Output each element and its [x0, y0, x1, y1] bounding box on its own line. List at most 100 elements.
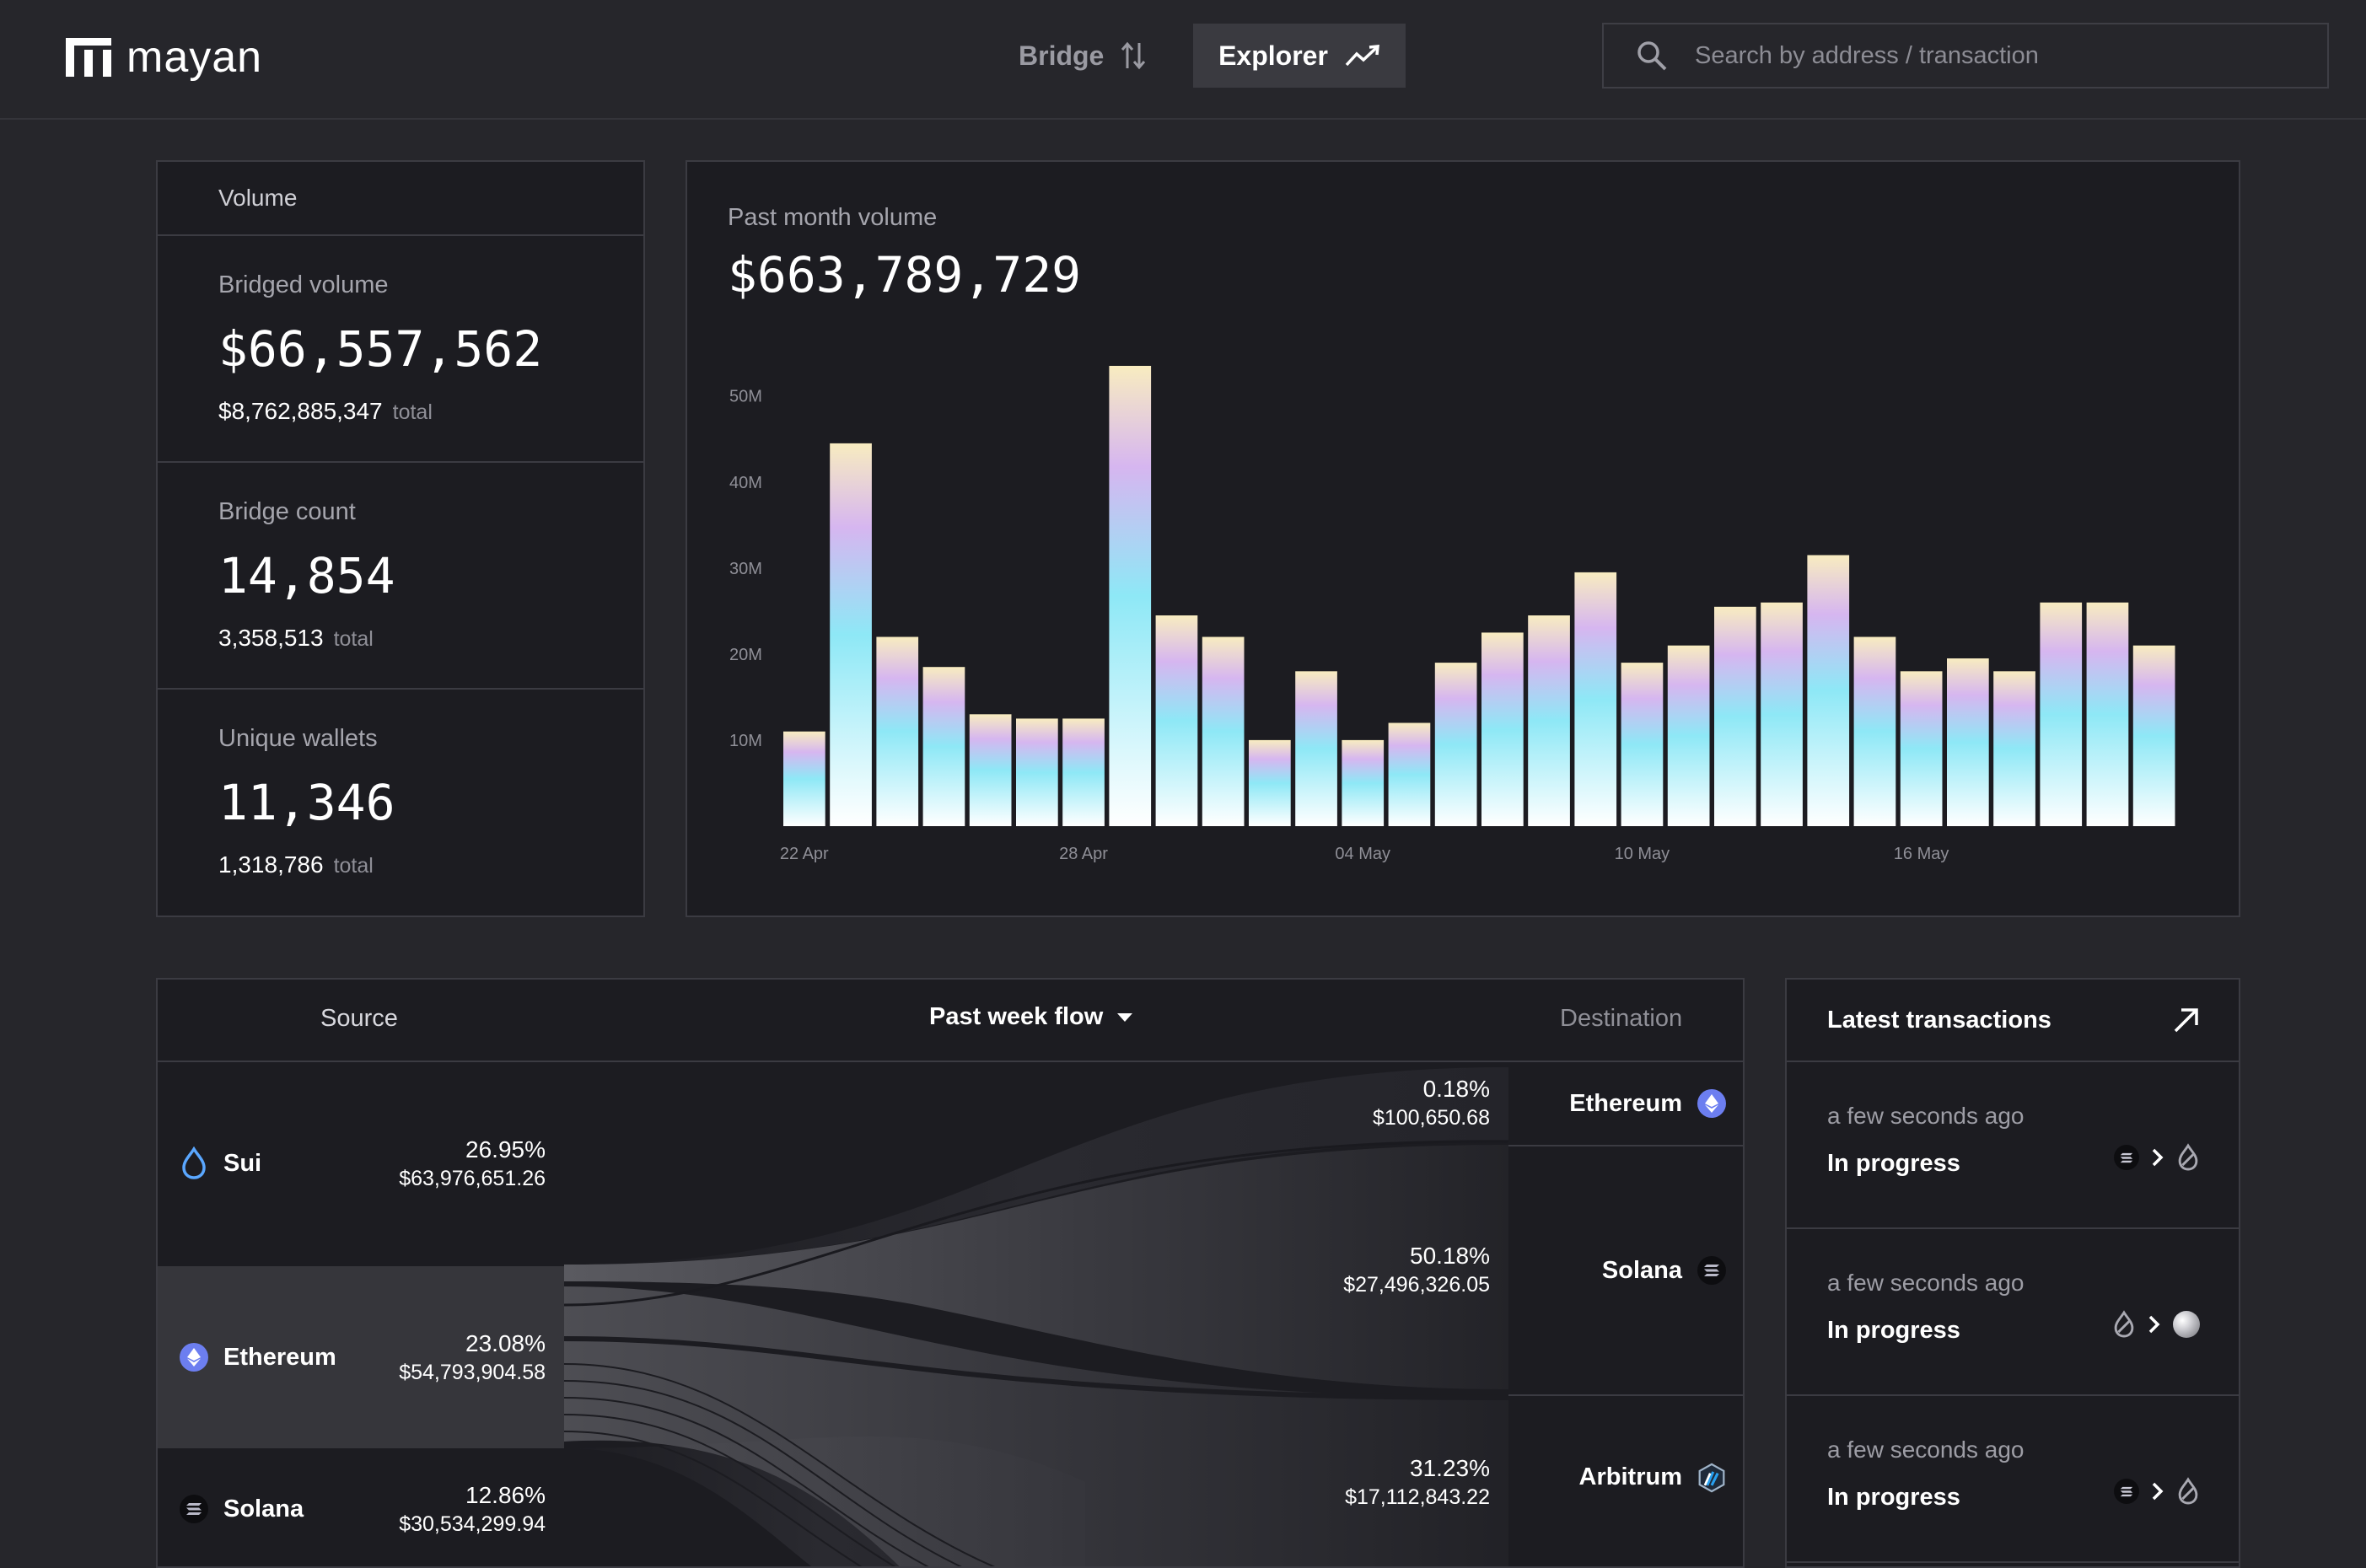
top-bar: mayan Bridge Explorer [0, 0, 2366, 120]
chart-bar[interactable] [2040, 602, 2083, 826]
stat-label: Unique wallets [218, 725, 378, 752]
chart-bar[interactable] [1993, 671, 2035, 826]
stat-total: $8,762,885,347 total [218, 398, 433, 425]
transaction-status: In progress [1827, 1484, 1960, 1511]
chart-bar[interactable] [969, 714, 1012, 826]
stat-value: 11,346 [218, 774, 395, 831]
source-percent: 12.86% [465, 1481, 546, 1508]
flow-destination-label: Destination [1560, 1005, 1683, 1032]
destination-row-ethereum[interactable]: Ethereum [1508, 1062, 1743, 1145]
past-week-flow-panel: Source Past week flow Destination Sui 26… [156, 978, 1745, 1568]
stat-total-value: 3,358,513 [218, 625, 324, 651]
chart-bar[interactable] [1062, 718, 1105, 826]
transaction-item[interactable]: a few seconds ago In progress [1787, 1229, 2239, 1396]
chart-bar[interactable] [1202, 636, 1245, 827]
stat-total: 1,318,786 total [218, 851, 374, 878]
transaction-item[interactable]: a few seconds ago In progress [1787, 1396, 2239, 1563]
swap-vertical-icon [1121, 41, 1146, 70]
stat-label: Bridge count [218, 498, 356, 525]
chart-bar[interactable] [1667, 645, 1710, 826]
source-row-ethereum[interactable]: Ethereum 23.08% $54,793,904.58 [158, 1266, 564, 1448]
destination-row-solana[interactable]: Solana [1508, 1146, 1743, 1394]
chart-bar[interactable] [922, 667, 965, 826]
nav-bridge-label: Bridge [1019, 40, 1105, 71]
nav-bridge-link[interactable]: Bridge [1003, 24, 1161, 88]
chart-bar[interactable] [876, 636, 919, 827]
solana-icon [180, 1495, 208, 1523]
stat-total-suffix: total [392, 400, 433, 424]
volume-panel: Volume Bridged volume $66,557,562 $8,762… [156, 160, 645, 917]
chevron-right-icon [2148, 1315, 2160, 1334]
sui-icon [182, 1146, 206, 1179]
chart-bar[interactable] [1295, 671, 1337, 826]
source-percent: 26.95% [465, 1136, 546, 1163]
source-row-sui[interactable]: Sui 26.95% $63,976,651.26 [158, 1062, 564, 1265]
destination-values-ethereum: 0.18% $100,650.68 [1373, 1076, 1490, 1130]
transaction-route [2114, 1143, 2200, 1172]
source-name: Solana [223, 1495, 304, 1522]
chart-bar[interactable] [783, 731, 825, 826]
chart-bar[interactable] [1947, 658, 1989, 826]
destination-row-arbitrum[interactable]: Arbitrum [1508, 1396, 1743, 1566]
chart-bar[interactable] [1249, 739, 1291, 826]
chart-bar[interactable] [1016, 718, 1058, 826]
chart-bar[interactable] [1155, 615, 1198, 826]
chart-bar[interactable] [2086, 602, 2129, 826]
source-row-solana[interactable]: Solana 12.86% $30,534,299.94 [158, 1450, 564, 1566]
stat-total-suffix: total [333, 854, 374, 878]
nav-explorer-label: Explorer [1218, 40, 1328, 71]
external-link-arrow-icon[interactable] [2173, 1007, 2200, 1034]
sphere-icon [2173, 1311, 2200, 1338]
stat-bridged-volume: Bridged volume $66,557,562 $8,762,885,34… [158, 236, 643, 463]
chart-bar[interactable] [1574, 572, 1617, 826]
volume-panel-title: Volume [158, 162, 643, 236]
transaction-time: a few seconds ago [1827, 1270, 2025, 1296]
source-values: 26.95% $63,976,651.26 [399, 1136, 546, 1191]
stat-unique-wallets: Unique wallets 11,346 1,318,786 total [158, 690, 643, 916]
ethereum-icon [1697, 1089, 1726, 1118]
chart-bar[interactable] [1388, 722, 1431, 827]
chart-bar[interactable] [1807, 555, 1850, 827]
latest-transactions-panel: Latest transactions a few seconds ago In… [1785, 978, 2240, 1568]
x-tick-label: 04 May [1335, 845, 1390, 863]
destination-name: Arbitrum [1578, 1463, 1682, 1490]
chart-bar[interactable] [1714, 606, 1756, 826]
solana-icon [2114, 1479, 2139, 1504]
destination-name: Solana [1601, 1256, 1682, 1284]
x-tick-label: 22 Apr [780, 845, 829, 863]
destination-percent: 31.23% [1410, 1455, 1490, 1481]
sui-icon [2114, 1310, 2134, 1338]
chart-bar[interactable] [1434, 663, 1477, 826]
stat-value: 14,854 [218, 547, 395, 604]
source-percent: 23.08% [465, 1329, 546, 1356]
source-values: 12.86% $30,534,299.94 [399, 1482, 546, 1537]
destination-values-solana: 50.18% $27,496,326.05 [1343, 1243, 1490, 1297]
chart-bar[interactable] [2132, 645, 2175, 826]
logo[interactable]: mayan [66, 32, 262, 83]
chart-bar[interactable] [1853, 636, 1896, 827]
trend-line-icon [1345, 45, 1379, 67]
chart-bar[interactable] [1621, 663, 1664, 826]
caret-down-icon [1117, 1012, 1133, 1022]
nav-explorer-link[interactable]: Explorer [1193, 24, 1406, 88]
ethereum-icon [180, 1343, 208, 1372]
solana-icon [2114, 1145, 2139, 1170]
chart-bar[interactable] [830, 443, 872, 826]
stat-total-suffix: total [333, 627, 374, 651]
chart-bar[interactable] [1761, 602, 1803, 826]
chart-bar[interactable] [1900, 671, 1943, 826]
search-box[interactable] [1602, 23, 2329, 89]
destination-percent: 0.18% [1422, 1076, 1490, 1102]
past-month-label: Past month volume [728, 204, 938, 231]
chart-bar[interactable] [1109, 366, 1152, 826]
destination-name: Ethereum [1569, 1089, 1682, 1117]
y-tick-label: 10M [729, 732, 762, 750]
search-input[interactable] [1693, 40, 2304, 71]
chart-bar[interactable] [1528, 615, 1570, 826]
chart-bar[interactable] [1342, 739, 1385, 826]
transaction-item[interactable]: a few seconds ago In progress [1787, 1062, 2239, 1229]
mayan-logo-icon [66, 38, 111, 77]
flow-period-dropdown[interactable]: Past week flow [929, 1003, 1133, 1031]
chart-bar[interactable] [1481, 632, 1524, 826]
transaction-status: In progress [1827, 1317, 1960, 1344]
